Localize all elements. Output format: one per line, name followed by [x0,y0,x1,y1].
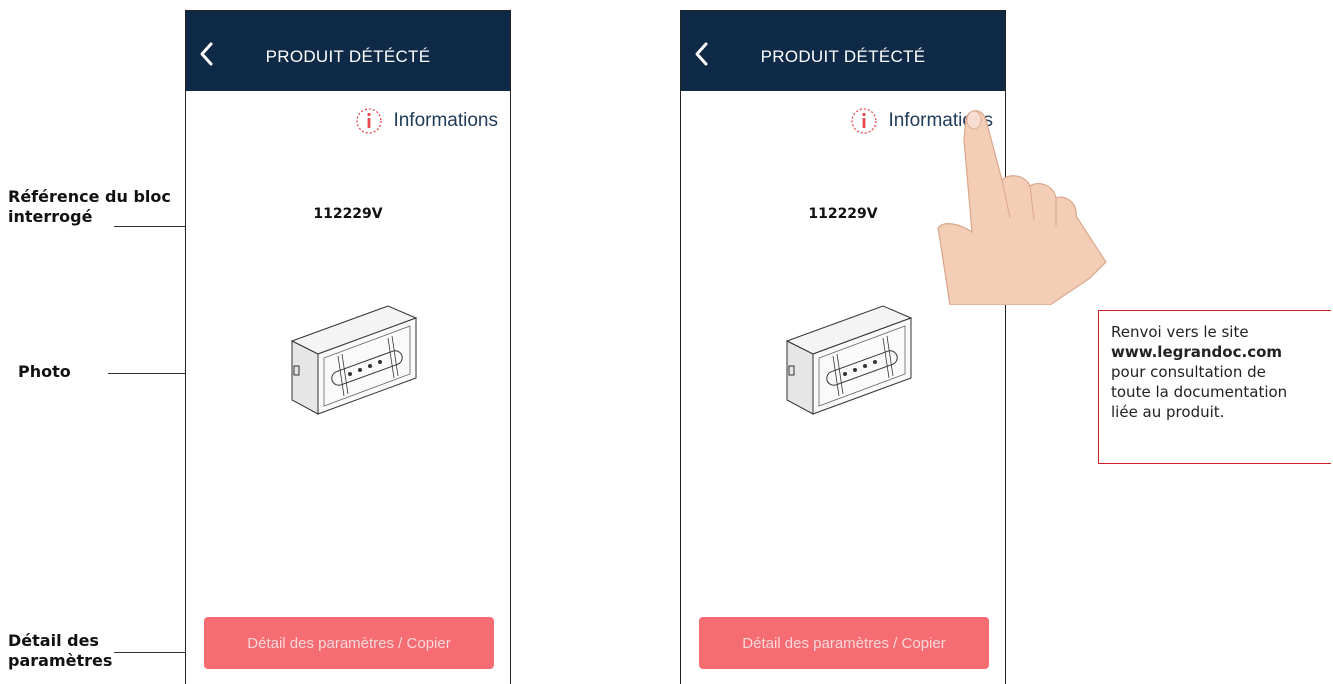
product-reference: 112229V [313,206,383,222]
callout-line3: pour consultation de [1111,363,1266,381]
product-photo [290,305,418,415]
annotation-reference-line1: Référence du bloc [8,187,171,206]
annotation-detail-line1: Détail des [8,631,99,650]
callout-line1: Renvoi vers le site [1111,323,1249,341]
app-header: PRODUIT DÉTÉCTÉ [186,11,510,91]
info-link[interactable]: Informations [355,106,498,136]
pointing-hand-icon [937,110,1107,305]
info-icon [851,108,878,134]
leader-line-reference [114,226,186,227]
callout-line5: liée au produit. [1111,403,1225,421]
annotation-reference-line2: interrogé [8,207,93,226]
callout-url: www.legrandoc.com [1111,343,1283,361]
callout-line4: toute la documentation [1111,383,1288,401]
page-title: PRODUIT DÉTÉCTÉ [265,47,431,66]
callout-box: Renvoi vers le site www.legrandoc.com po… [1098,310,1331,464]
leader-line-photo [108,373,186,374]
annotation-photo: Photo [18,362,71,381]
detail-parameters-button[interactable]: Détail des paramètres / Copier [204,617,494,669]
app-header: PRODUIT DÉTÉCTÉ [681,11,1005,91]
page-title: PRODUIT DÉTÉCTÉ [760,47,926,66]
annotation-detail: Détail des paramètres [8,631,112,671]
annotation-reference: Référence du bloc interrogé [8,187,171,227]
info-label: Informations [393,110,498,131]
phone-screen-left: PRODUIT DÉTÉCTÉ Informations 112229V Dét… [185,10,511,684]
product-photo [785,305,913,415]
detail-parameters-button[interactable]: Détail des paramètres / Copier [699,617,989,669]
info-icon [356,108,383,134]
leader-line-detail [114,652,186,653]
annotation-detail-line2: paramètres [8,651,113,670]
